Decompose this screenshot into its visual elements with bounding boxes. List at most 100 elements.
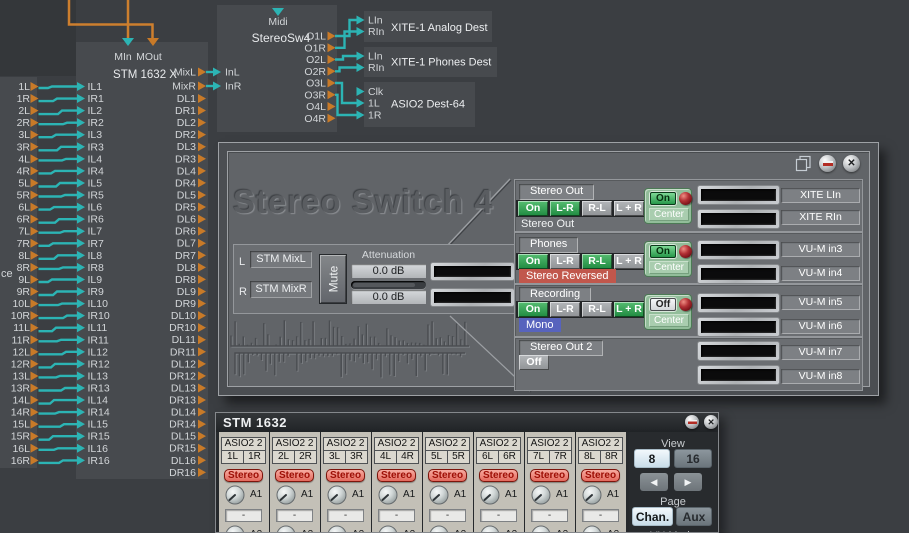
- attenuation-left-value[interactable]: 0.0 dB: [351, 264, 426, 278]
- knob-icon[interactable]: [479, 524, 501, 533]
- aux-knob[interactable]: A2: [326, 524, 370, 533]
- channel-source-header[interactable]: ASIO2 2 2L 2R: [272, 437, 317, 464]
- section-header-button[interactable]: Stereo Out: [519, 184, 595, 200]
- center-button[interactable]: Center: [649, 208, 689, 221]
- center-button[interactable]: Center: [649, 261, 689, 274]
- stereo-button[interactable]: Stereo: [530, 469, 569, 482]
- page-aux-button[interactable]: Aux: [676, 507, 712, 526]
- mode-button-r-l[interactable]: R-L: [582, 201, 612, 216]
- aux-value-field[interactable]: -: [378, 509, 415, 522]
- knob-icon[interactable]: [377, 524, 399, 533]
- input-port[interactable]: [356, 15, 365, 25]
- aux-value-field[interactable]: -: [276, 509, 313, 522]
- aux-knob[interactable]: A2: [581, 524, 625, 533]
- view-16-button[interactable]: 16: [674, 449, 712, 468]
- mode-button-l+r[interactable]: L + R: [614, 201, 644, 216]
- slider-handle[interactable]: [353, 283, 415, 287]
- off-button[interactable]: Off: [519, 355, 549, 370]
- mixer-titlebar[interactable]: STM 1632: [216, 413, 718, 432]
- mixer-minimize-button[interactable]: [685, 415, 699, 429]
- mixer-close-button[interactable]: ✕: [704, 415, 718, 429]
- mode-button-on[interactable]: On: [518, 201, 548, 216]
- channel-source-header[interactable]: ASIO2 2 7L 7R: [527, 437, 572, 464]
- channel-source-header[interactable]: ASIO2 2 5L 5R: [425, 437, 470, 464]
- aux-knob[interactable]: A1: [326, 484, 370, 506]
- aux-knob[interactable]: A1: [428, 484, 472, 506]
- mode-button-on[interactable]: On: [518, 254, 548, 269]
- knob-icon[interactable]: [224, 484, 246, 506]
- mode-button-on[interactable]: On: [518, 302, 548, 317]
- input-port[interactable]: [356, 27, 365, 36]
- knob-icon[interactable]: [326, 524, 348, 533]
- center-button[interactable]: Center: [649, 314, 689, 327]
- mode-button-r-l[interactable]: R-L: [582, 254, 612, 269]
- channel-source-header[interactable]: ASIO2 2 6L 6R: [476, 437, 521, 464]
- view-8-button[interactable]: 8: [634, 449, 670, 468]
- page-chan-button[interactable]: Chan.: [632, 507, 673, 526]
- red-knob[interactable]: [679, 192, 692, 205]
- power-button[interactable]: Off: [650, 298, 676, 311]
- module-corner[interactable]: [0, 0, 76, 76]
- knob-icon[interactable]: [275, 524, 297, 533]
- knob-icon[interactable]: [479, 484, 501, 506]
- aux-knob[interactable]: A2: [530, 524, 574, 533]
- pages-icon[interactable]: [795, 155, 812, 172]
- input-port[interactable]: [356, 87, 365, 96]
- aux-knob[interactable]: A2: [479, 524, 523, 533]
- channel-source-header[interactable]: ASIO2 2 1L 1R: [221, 437, 266, 464]
- power-button[interactable]: On: [650, 245, 676, 258]
- input-port[interactable]: [356, 63, 365, 72]
- close-button[interactable]: ✕: [843, 155, 860, 172]
- aux-value-field[interactable]: -: [531, 509, 568, 522]
- attenuation-slider[interactable]: [351, 281, 426, 289]
- aux-knob[interactable]: A1: [530, 484, 574, 506]
- stereo-button[interactable]: Stereo: [581, 469, 620, 482]
- mode-button-l-r[interactable]: L-R: [550, 254, 580, 269]
- aux-knob[interactable]: A1: [224, 484, 268, 506]
- mode-button-l-r[interactable]: L-R: [550, 201, 580, 216]
- stereo-button[interactable]: Stereo: [428, 469, 467, 482]
- aux-knob[interactable]: A2: [377, 524, 421, 533]
- aux-value-field[interactable]: -: [327, 509, 364, 522]
- mode-button-l+r[interactable]: L + R: [614, 254, 644, 269]
- stereo-button[interactable]: Stereo: [275, 469, 314, 482]
- input-port[interactable]: [356, 110, 365, 120]
- knob-icon[interactable]: [530, 524, 552, 533]
- channel-source-header[interactable]: ASIO2 2 4L 4R: [374, 437, 419, 464]
- stereo-button[interactable]: Stereo: [326, 469, 365, 482]
- aux-value-field[interactable]: -: [480, 509, 517, 522]
- knob-icon[interactable]: [428, 484, 450, 506]
- section-header-button[interactable]: Phones: [519, 237, 579, 253]
- knob-icon[interactable]: [275, 484, 297, 506]
- knob-icon[interactable]: [428, 524, 450, 533]
- aux-knob[interactable]: A1: [275, 484, 319, 506]
- channel-source-header[interactable]: ASIO2 2 8L 8R: [578, 437, 623, 464]
- red-knob[interactable]: [679, 298, 692, 311]
- aux-value-field[interactable]: -: [582, 509, 619, 522]
- stereo-button[interactable]: Stereo: [377, 469, 416, 482]
- attenuation-right-value[interactable]: 0.0 dB: [351, 290, 426, 304]
- knob-icon[interactable]: [581, 524, 603, 533]
- aux-knob[interactable]: A1: [377, 484, 421, 506]
- mode-button-l-r[interactable]: L-R: [550, 302, 580, 317]
- input-port[interactable]: [356, 98, 365, 108]
- aux-knob[interactable]: A2: [275, 524, 319, 533]
- input-port[interactable]: [356, 51, 365, 61]
- red-knob[interactable]: [679, 245, 692, 258]
- stm-1632-mixer-window[interactable]: STM 1632 ✕ ASIO2 21L1RStereoA1-A2ASIO2 2…: [215, 412, 719, 533]
- mute-button[interactable]: Mute: [319, 254, 347, 304]
- mode-button-r-l[interactable]: R-L: [582, 302, 612, 317]
- page-prev-button[interactable]: ◀: [640, 473, 668, 491]
- aux-knob[interactable]: A1: [479, 484, 523, 506]
- aux-value-field[interactable]: -: [429, 509, 466, 522]
- channel-source-header[interactable]: ASIO2 2 3L 3R: [323, 437, 368, 464]
- page-next-button[interactable]: ▶: [674, 473, 702, 491]
- knob-icon[interactable]: [224, 524, 246, 533]
- knob-icon[interactable]: [530, 484, 552, 506]
- aux-knob[interactable]: A2: [224, 524, 268, 533]
- aux-knob[interactable]: A2: [428, 524, 472, 533]
- stereo-button[interactable]: Stereo: [479, 469, 518, 482]
- section-header-button[interactable]: Stereo Out 2: [519, 340, 604, 356]
- knob-icon[interactable]: [581, 484, 603, 506]
- knob-icon[interactable]: [326, 484, 348, 506]
